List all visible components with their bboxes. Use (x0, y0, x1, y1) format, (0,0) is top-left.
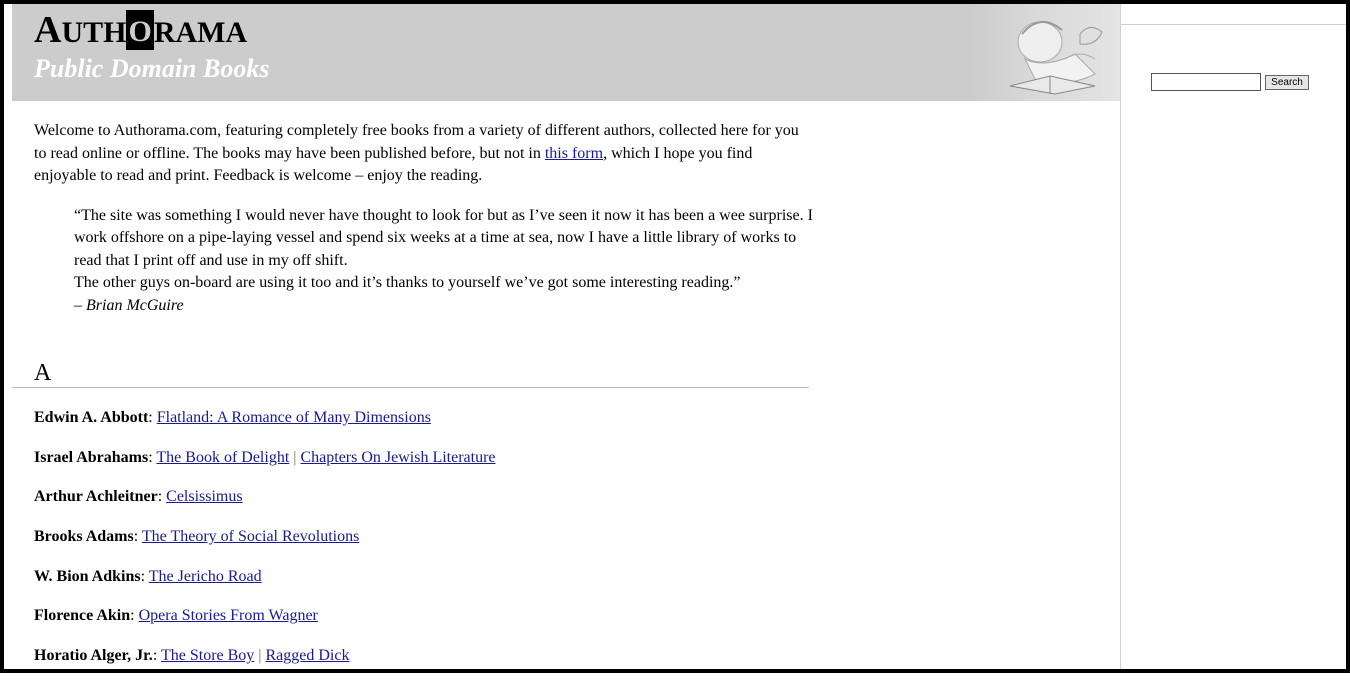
author-list: Edwin A. Abbott: Flatland: A Romance of … (34, 407, 814, 685)
author-entry: W. Bion Adkins: The Jericho Road (34, 567, 262, 585)
author-name: Brooks Adams (34, 528, 134, 546)
book-link[interactable]: Chapters On Jewish Literature (300, 449, 495, 466)
book-link[interactable]: Opera Stories From Wagner (139, 607, 318, 624)
book-link[interactable]: The Book of Delight (156, 449, 289, 466)
quote-text: “The site was something I would never ha… (74, 206, 813, 269)
book-link[interactable]: The Theory of Social Revolutions (142, 528, 359, 545)
sidebar-divider (1121, 24, 1347, 25)
logo-letter: UTH (61, 16, 127, 49)
main-content: Welcome to Authorama.com, featuring comp… (34, 120, 814, 317)
author-entry: Israel Abrahams: The Book of Delight | C… (34, 448, 496, 466)
testimonial-quote: “The site was something I would never ha… (74, 205, 814, 318)
this-form-link[interactable]: this form (545, 145, 603, 162)
author-entry: Edwin A. Abbott: Flatland: A Romance of … (34, 409, 431, 426)
intro-paragraph: Welcome to Authorama.com, featuring comp… (34, 120, 814, 188)
right-sidebar: Search (1120, 4, 1347, 669)
author-name: Edwin A. Abbott (34, 409, 149, 426)
reading-child-illustration (970, 4, 1120, 101)
site-logo[interactable]: AUTHORAMA (34, 10, 247, 53)
site-header: AUTHORAMA Public Domain Books (12, 4, 1120, 101)
author-entry: Horatio Alger, Jr.: The Store Boy | Ragg… (34, 647, 350, 665)
book-link[interactable]: Flatland: A Romance of Many Dimensions (157, 409, 431, 426)
author-entry: Brooks Adams: The Theory of Social Revol… (34, 528, 360, 546)
author-name: Florence Akin (34, 607, 131, 625)
quote-author: – Brian McGuire (74, 296, 184, 314)
logo-letter: A (34, 9, 62, 51)
author-entry: Florence Akin: Opera Stories From Wagner (34, 607, 318, 625)
search-button[interactable]: Search (1265, 75, 1309, 90)
book-link[interactable]: The Store Boy (161, 647, 254, 664)
author-name: Israel Abrahams (34, 448, 149, 466)
book-link[interactable]: Ragged Dick (266, 647, 350, 664)
search-input[interactable] (1151, 73, 1261, 91)
section-heading-a: A (34, 360, 52, 386)
book-link[interactable]: The Jericho Road (149, 568, 262, 585)
link-separator: | (258, 647, 262, 665)
quote-text: The other guys on-board are using it too… (74, 274, 741, 291)
author-name: Arthur Achleitner (34, 488, 158, 506)
logo-letter: RAMA (153, 16, 248, 49)
author-name: Horatio Alger, Jr. (34, 647, 153, 665)
author-name: W. Bion Adkins (34, 567, 141, 585)
link-separator: | (293, 448, 297, 466)
author-entry: Arthur Achleitner: Celsissimus (34, 488, 243, 506)
logo-letter-inverted: O (126, 10, 154, 50)
book-link[interactable]: Celsissimus (166, 488, 242, 505)
section-divider (12, 387, 809, 388)
site-tagline: Public Domain Books (34, 54, 270, 83)
